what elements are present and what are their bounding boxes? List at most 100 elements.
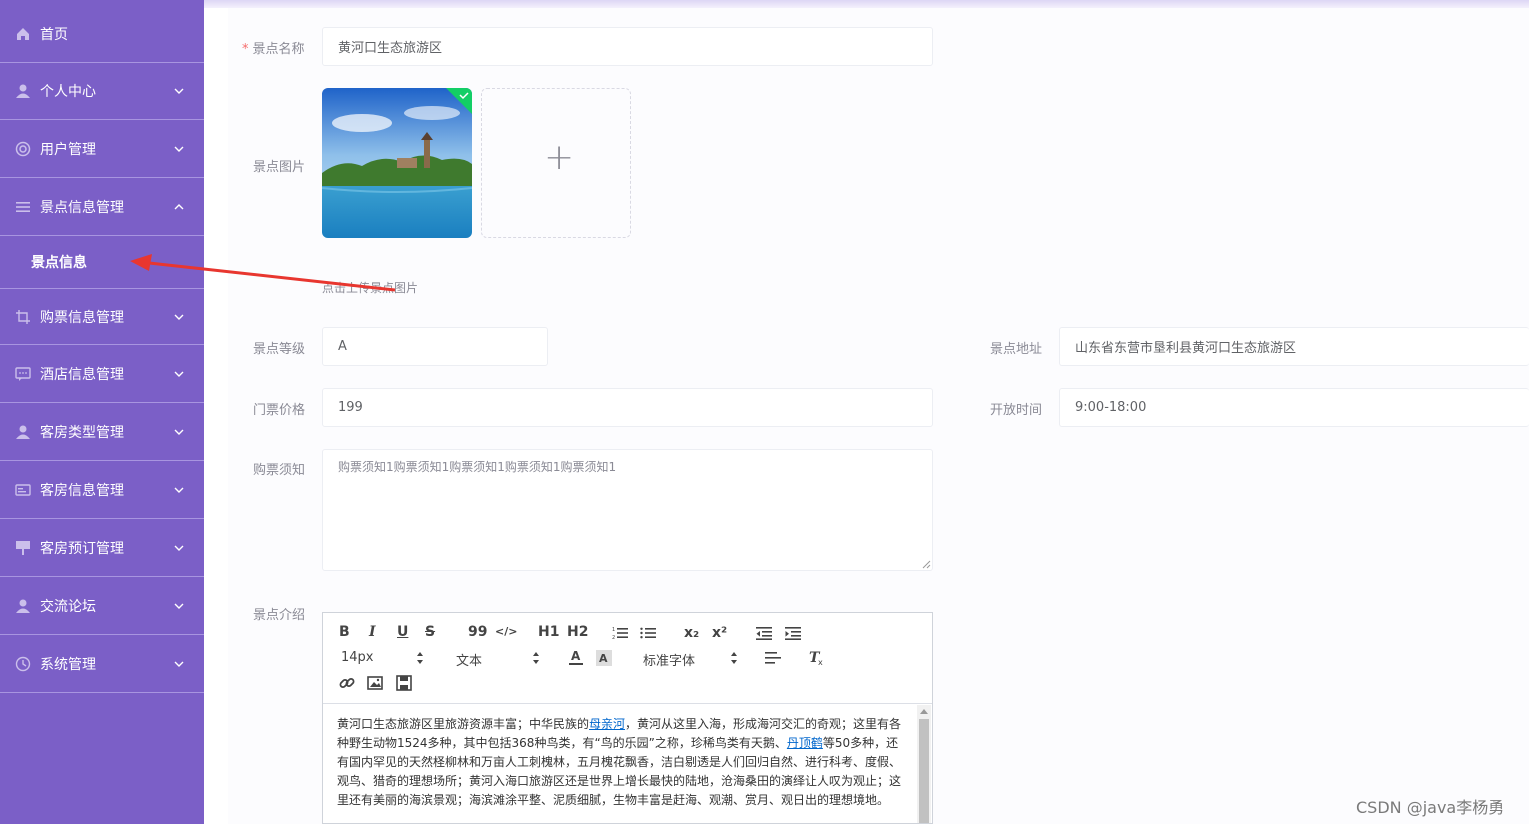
list-icon [15,199,31,215]
sidebar-item-bookings[interactable]: 客房预订管理 [0,520,204,577]
font-size-select[interactable]: 14px [341,650,374,665]
name-input[interactable]: 黄河口生态旅游区 [322,27,933,66]
superscript-button[interactable]: x² [712,625,727,641]
sidebar-item-label: 系统管理 [40,657,96,673]
svg-text:1: 1 [612,627,615,633]
link-mother-river[interactable]: 母亲河 [589,717,625,731]
chevron-down-icon [174,371,184,377]
sidebar-item-label: 酒店信息管理 [40,367,124,383]
editor-content[interactable]: 黄河口生态旅游区里旅游资源丰富；中华民族的母亲河，黄河从这里入海，形成海河交汇的… [337,715,903,810]
user-icon [15,83,31,99]
sign-icon [15,540,31,556]
bullet-list-icon[interactable] [640,626,656,640]
bold-button[interactable]: B [339,624,350,640]
font-family-select[interactable]: 标准字体 [643,650,695,669]
image-icon[interactable] [367,675,383,691]
sidebar-item-forum[interactable]: 交流论坛 [0,578,204,635]
blockquote-button[interactable]: 99 [468,624,487,640]
scrollbar-thumb[interactable] [919,719,929,823]
sidebar-item-label: 客房类型管理 [40,425,124,441]
align-icon[interactable] [765,651,781,665]
intro-label: 景点介绍 [253,608,306,623]
updown-arrows-icon [731,652,737,664]
h2-button[interactable]: H2 [567,624,588,640]
name-label: * 景点名称 [242,42,305,57]
sidebar-item-label: 客房信息管理 [40,483,124,499]
chevron-down-icon [174,88,184,94]
open-time-label: 开放时间 [990,403,1043,418]
notice-textarea[interactable]: 购票须知1购票须知1购票须知1购票须知1购票须知1 [322,449,933,571]
sidebar-item-scenic[interactable]: 景点信息管理 [0,179,204,236]
chevron-down-icon [174,487,184,493]
indent-icon[interactable] [785,626,801,640]
chevron-down-icon [174,603,184,609]
sidebar-item-hotels[interactable]: 酒店信息管理 [0,346,204,403]
chevron-down-icon [174,146,184,152]
address-label: 景点地址 [990,342,1043,357]
user-icon [15,598,31,614]
crop-icon [15,309,31,325]
resize-handle-icon[interactable] [921,559,931,569]
upload-add-button[interactable]: + [481,88,631,238]
sidebar: 首页 个人中心 用户管理 景点信息管理 景点信息 购票信息管理 酒店信息管理 客… [0,0,204,824]
strike-button[interactable]: S [425,624,435,640]
sidebar-item-room-types[interactable]: 客房类型管理 [0,404,204,461]
home-icon [15,26,31,42]
svg-text:A: A [571,649,581,663]
italic-button[interactable]: I [369,624,376,640]
font-color-icon[interactable]: A [569,649,583,666]
link-red-crowned-crane[interactable]: 丹顶鹤 [787,736,823,750]
open-time-input[interactable]: 9:00-18:00 [1059,388,1529,427]
background-color-icon[interactable]: A [596,650,612,666]
sidebar-item-rooms[interactable]: 客房信息管理 [0,462,204,519]
uploaded-image[interactable] [322,88,472,238]
clock-icon [15,656,31,672]
svg-text:x: x [818,658,823,666]
text-type-select[interactable]: 文本 [456,650,482,669]
card-icon [15,482,31,498]
svg-text:A: A [599,652,608,665]
sidebar-item-profile[interactable]: 个人中心 [0,63,204,120]
svg-text:2: 2 [612,635,615,640]
scroll-up-icon[interactable] [920,708,928,714]
outdent-icon[interactable] [756,626,772,640]
sidebar-item-tickets[interactable]: 购票信息管理 [0,288,204,345]
sidebar-item-label: 首页 [40,26,68,43]
rich-text-editor: B I U S 99 </> H1 H2 12 x₂ x² 14px 文本 A … [322,612,933,824]
chevron-down-icon [174,545,184,551]
video-icon[interactable] [396,675,412,691]
price-label: 门票价格 [253,403,306,418]
sidebar-item-label: 购票信息管理 [40,309,124,326]
users-icon [15,141,31,157]
sidebar-item-system[interactable]: 系统管理 [0,636,204,693]
level-label: 景点等级 [253,342,306,357]
sidebar-item-label: 客房预订管理 [40,541,124,557]
sidebar-item-users[interactable]: 用户管理 [0,121,204,178]
chevron-up-icon [174,204,184,210]
subscript-button[interactable]: x₂ [684,625,699,641]
code-block-button[interactable]: </> [495,625,517,638]
updown-arrows-icon [417,652,423,664]
h1-button[interactable]: H1 [538,624,559,640]
editor-scrollbar[interactable] [917,705,931,823]
watermark: CSDN @java李杨勇 [1356,798,1505,817]
ordered-list-icon[interactable]: 12 [612,626,628,640]
clear-format-icon[interactable]: Tx [809,650,825,666]
underline-button[interactable]: U [397,624,408,640]
link-icon[interactable] [339,675,355,691]
sidebar-subitem-label: 景点信息 [31,255,87,271]
chevron-down-icon [174,314,184,320]
chevron-down-icon [174,661,184,667]
price-input[interactable]: 199 [322,388,933,427]
address-input[interactable]: 山东省东营市垦利县黄河口生态旅游区 [1059,327,1529,366]
notice-label: 购票须知 [253,463,306,478]
chat-icon [15,366,31,382]
sidebar-item-label: 交流论坛 [40,599,96,615]
annotation-arrow [130,254,396,292]
sidebar-item-label: 景点信息管理 [40,200,124,216]
level-select[interactable]: A [322,327,548,366]
top-bar [204,0,1529,8]
editor-toolbar: B I U S 99 </> H1 H2 12 x₂ x² 14px 文本 A … [323,613,932,704]
level-value: A [338,339,347,354]
sidebar-item-home[interactable]: 首页 [0,5,204,63]
